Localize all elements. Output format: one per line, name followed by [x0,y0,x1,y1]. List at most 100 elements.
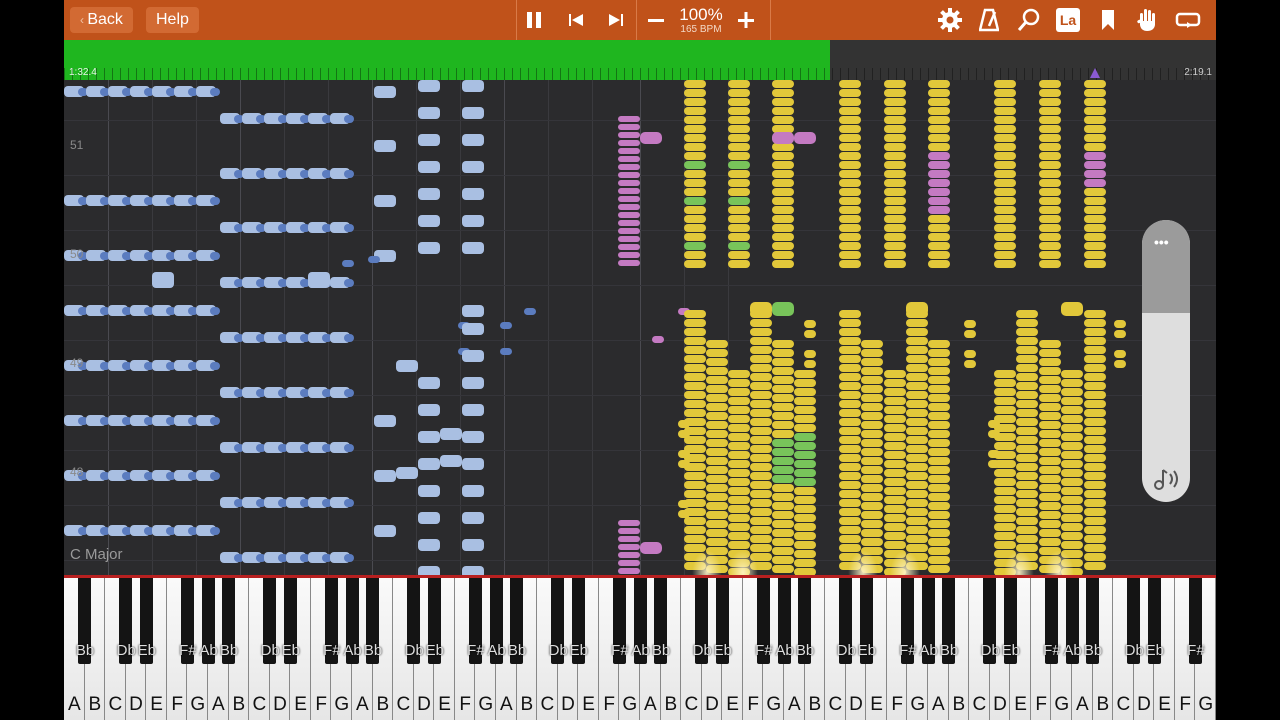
melody-note [462,242,484,254]
chord-note [728,116,750,124]
chord-note [839,526,861,534]
black-key[interactable]: Bb [796,578,814,664]
chord-note [728,370,750,378]
black-key[interactable]: F# [899,578,917,664]
chord-note [988,420,1000,428]
white-key-label: C [972,694,987,715]
black-key[interactable]: Eb [138,578,156,664]
chord-note [706,439,728,447]
chord-note [906,526,928,534]
black-key[interactable]: Ab [919,578,938,664]
chord-note [1039,538,1061,546]
volume-slider[interactable]: ••• [1142,220,1190,502]
more-options-button[interactable]: ••• [1154,234,1169,250]
black-key[interactable]: Eb [426,578,444,664]
black-key[interactable]: F# [1187,578,1205,664]
chord-note [618,220,640,226]
black-key[interactable]: Db [261,578,280,664]
black-key[interactable]: Eb [570,578,588,664]
loop-icon[interactable] [1174,0,1202,40]
black-key[interactable]: Ab [199,578,218,664]
black-key[interactable]: Db [549,578,568,664]
chord-note [839,463,861,471]
black-key[interactable]: Bb [652,578,670,664]
black-key[interactable]: Db [117,578,136,664]
chord-note [1016,463,1038,471]
bookmark-marker[interactable] [1090,68,1100,78]
black-key[interactable]: Db [981,578,1000,664]
melody-note [374,525,396,537]
black-key[interactable]: Eb [714,578,732,664]
black-key[interactable]: Eb [1002,578,1020,664]
black-key[interactable]: Ab [631,578,650,664]
black-key[interactable]: Db [405,578,424,664]
help-button[interactable]: Help [146,7,199,33]
chord-note [906,481,928,489]
chord-note [1084,188,1106,196]
chord-note [1039,125,1061,133]
black-key[interactable]: F# [179,578,197,664]
chord-note [906,382,928,390]
back-button[interactable]: ‹ Back [70,7,133,33]
black-key[interactable]: Bb [508,578,526,664]
chord-note [1084,499,1106,507]
black-key[interactable]: F# [611,578,629,664]
chord-note [1039,511,1061,519]
key-press-glow [692,550,722,575]
search-icon[interactable] [1016,0,1042,40]
melody-note [210,417,220,425]
pause-icon[interactable] [522,0,546,40]
minus-icon[interactable] [644,0,668,40]
chord-note [1016,382,1038,390]
black-key[interactable]: Ab [487,578,506,664]
melody-note [344,279,354,287]
black-key[interactable]: F# [323,578,341,664]
melody-note [368,256,380,263]
metronome-icon[interactable] [976,0,1002,40]
black-key[interactable]: Ab [343,578,362,664]
gear-icon[interactable] [936,0,964,40]
chord-note [906,454,928,462]
plus-icon[interactable] [734,0,758,40]
black-key[interactable]: Db [837,578,856,664]
black-key[interactable]: Bb [1084,578,1102,664]
black-key[interactable]: Ab [775,578,794,664]
chord-note [1039,349,1061,357]
chord-note [706,511,728,519]
black-key[interactable]: Ab [1063,578,1082,664]
black-key[interactable]: Db [693,578,712,664]
hand-icon[interactable] [1136,0,1160,40]
black-key[interactable]: F# [1043,578,1061,664]
note-names-button[interactable]: La [1056,8,1080,32]
black-key[interactable]: F# [467,578,485,664]
melody-note [462,107,484,119]
chord-note [750,355,772,363]
melody-note [462,377,484,389]
chord-note [1061,424,1083,432]
chord-note [772,132,794,144]
chord-note [750,373,772,381]
chord-note [794,370,816,378]
black-key[interactable]: Bb [220,578,238,664]
bookmark-icon[interactable] [1098,0,1118,40]
black-key[interactable]: Bb [76,578,94,664]
song-progress-bar[interactable] [64,40,1216,80]
chord-note [684,233,706,241]
chord-note [964,350,976,358]
chord-note [772,466,794,474]
chord-note [1084,224,1106,232]
chord-note [794,514,816,522]
chord-note [906,391,928,399]
chord-note [928,457,950,465]
skip-forward-icon[interactable] [604,0,628,40]
skip-back-icon[interactable] [564,0,588,40]
black-key[interactable]: F# [755,578,773,664]
chord-note [1084,179,1106,187]
black-key[interactable]: Bb [364,578,382,664]
black-key[interactable]: Eb [1146,578,1164,664]
white-key-label: B [1096,694,1110,715]
black-key[interactable]: Eb [858,578,876,664]
black-key[interactable]: Eb [282,578,300,664]
black-key[interactable]: Bb [940,578,958,664]
black-key[interactable]: Db [1125,578,1144,664]
